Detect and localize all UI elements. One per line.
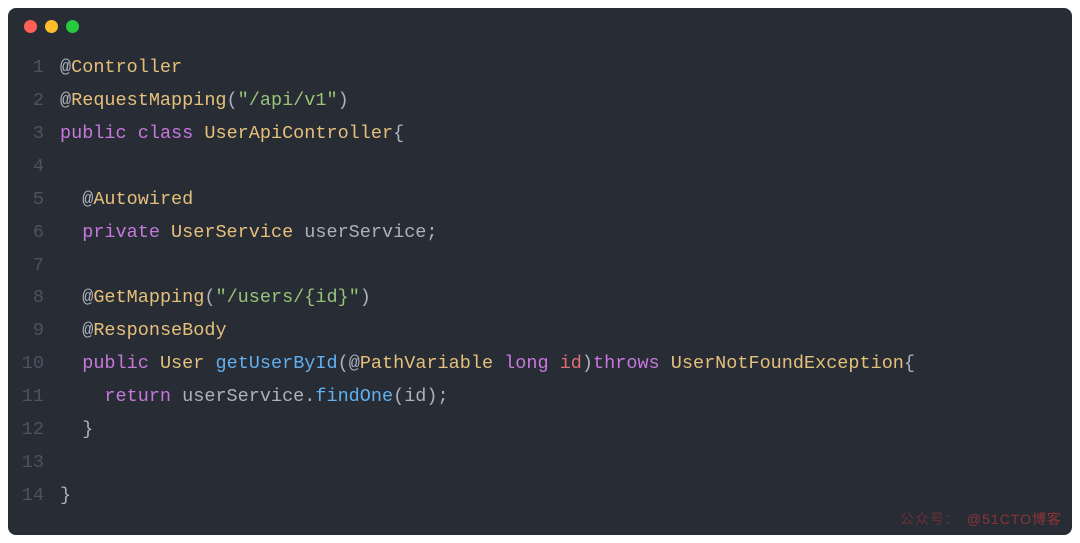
line-number: 4 [8, 151, 60, 184]
code-line: 14} [8, 480, 1072, 513]
code-line: 4 [8, 151, 1072, 184]
line-number: 12 [8, 414, 60, 447]
code-content: public class UserApiController{ [60, 118, 404, 151]
code-content: return userService.findOne(id); [60, 381, 449, 414]
line-number: 3 [8, 118, 60, 151]
code-content: @GetMapping("/users/{id}") [60, 282, 371, 315]
code-editor-window: 1@Controller2@RequestMapping("/api/v1")3… [8, 8, 1072, 535]
line-number: 10 [8, 348, 60, 381]
line-number: 5 [8, 184, 60, 217]
line-number: 1 [8, 52, 60, 85]
code-line: 5 @Autowired [8, 184, 1072, 217]
code-content: @RequestMapping("/api/v1") [60, 85, 349, 118]
code-line: 6 private UserService userService; [8, 217, 1072, 250]
code-line: 3public class UserApiController{ [8, 118, 1072, 151]
minimize-icon[interactable] [45, 20, 58, 33]
code-line: 13 [8, 447, 1072, 480]
code-line: 9 @ResponseBody [8, 315, 1072, 348]
code-content: @Controller [60, 52, 182, 85]
line-number: 7 [8, 250, 60, 283]
watermark-left: 公众号： [900, 509, 960, 529]
line-number: 14 [8, 480, 60, 513]
close-icon[interactable] [24, 20, 37, 33]
code-line: 8 @GetMapping("/users/{id}") [8, 282, 1072, 315]
code-content: } [60, 480, 71, 513]
code-content: private UserService userService; [60, 217, 438, 250]
line-number: 8 [8, 282, 60, 315]
code-line: 10 public User getUserById(@PathVariable… [8, 348, 1072, 381]
code-line: 2@RequestMapping("/api/v1") [8, 85, 1072, 118]
code-content: public User getUserById(@PathVariable lo… [60, 348, 915, 381]
code-content: } [60, 414, 93, 447]
line-number: 6 [8, 217, 60, 250]
code-area: 1@Controller2@RequestMapping("/api/v1")3… [8, 44, 1072, 535]
line-number: 2 [8, 85, 60, 118]
code-line: 1@Controller [8, 52, 1072, 85]
code-line: 11 return userService.findOne(id); [8, 381, 1072, 414]
code-line: 7 [8, 250, 1072, 283]
code-line: 12 } [8, 414, 1072, 447]
line-number: 9 [8, 315, 60, 348]
zoom-icon[interactable] [66, 20, 79, 33]
window-titlebar [8, 8, 1072, 44]
line-number: 11 [8, 381, 60, 414]
watermark-right: @51CTO博客 [967, 509, 1062, 529]
code-content: @ResponseBody [60, 315, 227, 348]
line-number: 13 [8, 447, 60, 480]
code-content: @Autowired [60, 184, 193, 217]
